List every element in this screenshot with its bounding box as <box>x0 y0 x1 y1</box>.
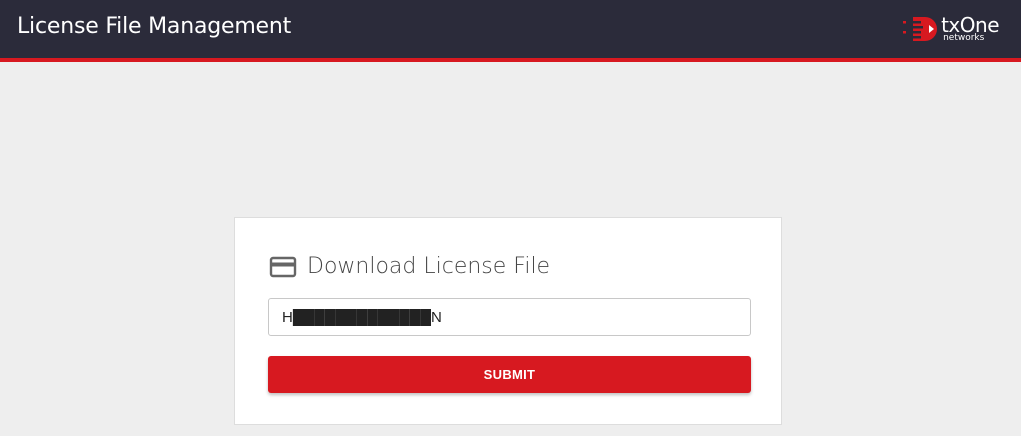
download-license-card: Download License File SUBMIT <box>234 217 782 425</box>
license-key-input[interactable] <box>268 298 751 336</box>
card-header: Download License File <box>269 254 550 279</box>
txone-logo-icon <box>903 17 938 41</box>
credit-card-icon <box>269 256 297 277</box>
top-bar: License File Management txOne networks <box>0 0 1021 62</box>
app-title: License File Management <box>17 14 292 39</box>
card-title: Download License File <box>307 254 551 279</box>
brand-tagline: networks <box>943 33 985 43</box>
submit-button[interactable]: SUBMIT <box>268 356 751 393</box>
brand-name: txOne <box>941 13 999 37</box>
brand-logo: txOne networks <box>903 12 999 46</box>
